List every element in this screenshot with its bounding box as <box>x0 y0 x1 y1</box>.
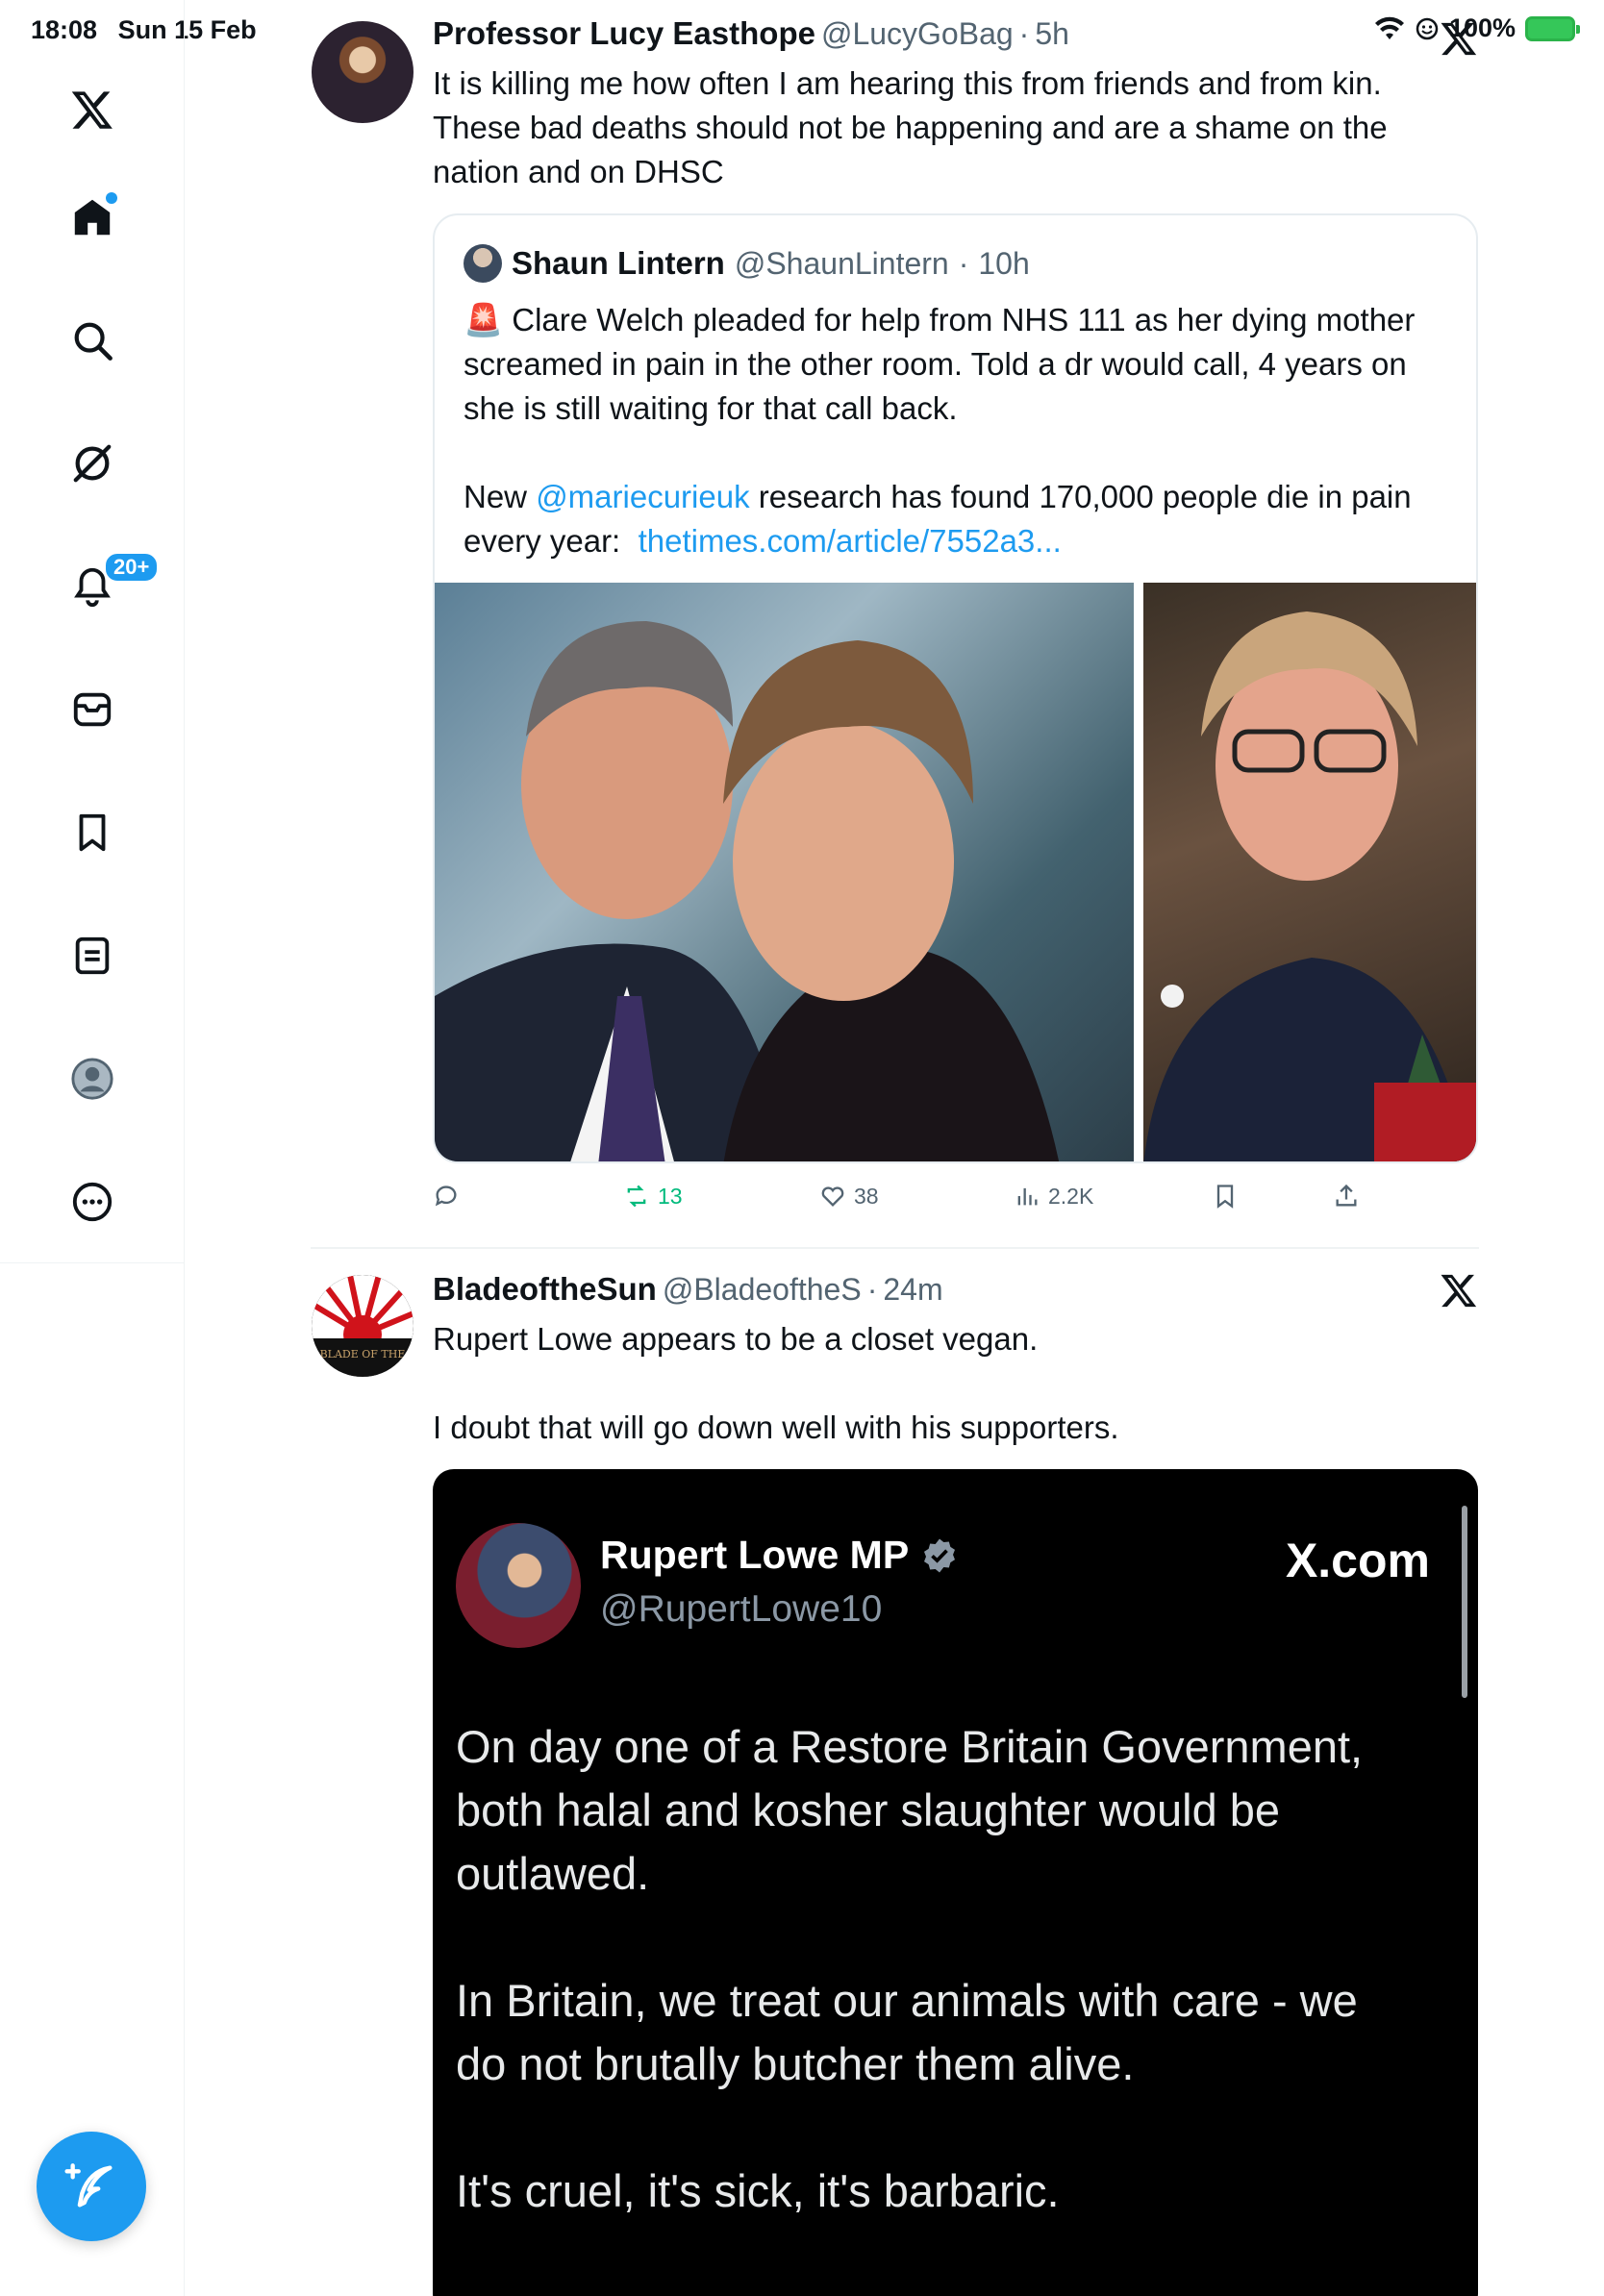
quoted-author-avatar <box>464 244 502 283</box>
verified-badge-icon <box>924 1538 956 1572</box>
search-icon[interactable] <box>56 304 129 377</box>
home-icon[interactable] <box>56 181 129 254</box>
quoted-tweet-card[interactable]: Shaun Lintern @ShaunLintern · 10h 🚨 Clar… <box>433 213 1478 1163</box>
retweet-count: 13 <box>658 1183 683 1209</box>
quoted-header-separator: · <box>958 245 969 281</box>
media-scrollbar <box>1462 1506 1467 1698</box>
lists-icon[interactable] <box>56 919 129 992</box>
share-button[interactable] <box>1333 1183 1360 1210</box>
header-separator: · <box>866 1272 878 1307</box>
notifications-icon[interactable]: 20+ <box>56 550 160 623</box>
views-button[interactable]: 2.2K <box>1014 1183 1093 1210</box>
author-handle[interactable]: @LucyGoBag <box>821 16 1014 52</box>
header-separator: · <box>1018 16 1030 51</box>
home-notification-dot <box>106 192 117 204</box>
tweet-actions-bar: 13 38 2.2K <box>433 1183 1394 1221</box>
article-link[interactable]: thetimes.com/article/7552a3... <box>639 523 1062 559</box>
author-avatar[interactable] <box>312 21 414 123</box>
woman-illustration <box>1143 611 1476 1161</box>
views-count: 2.2K <box>1048 1183 1094 1209</box>
author-name[interactable]: Professor Lucy Easthope <box>433 15 815 52</box>
bookmark-button[interactable] <box>1212 1183 1239 1210</box>
screenshot-media[interactable]: Rupert Lowe MP @RupertLowe10 X.com On da… <box>433 1469 1478 2296</box>
grok-icon[interactable] <box>56 427 129 500</box>
like-button[interactable]: 38 <box>819 1183 879 1210</box>
like-count: 38 <box>854 1183 879 1209</box>
rising-sun-logo: BLADE OF THE <box>312 1275 414 1377</box>
share-icon <box>1336 1184 1357 1207</box>
x-logo-icon[interactable] <box>56 73 129 146</box>
media-post-text: On day one of a Restore Britain Governme… <box>456 1721 1364 2216</box>
reply-button[interactable] <box>433 1183 467 1210</box>
heart-icon <box>821 1186 844 1207</box>
tweet-divider <box>311 1247 1479 1249</box>
reply-icon <box>435 1185 457 1207</box>
tweet-timestamp[interactable]: 5h <box>1035 16 1069 52</box>
quoted-author-handle: @ShaunLintern <box>734 245 949 281</box>
media-author-name-row: Rupert Lowe MP <box>600 1533 959 1578</box>
sidebar: 20+ <box>0 0 185 2296</box>
bookmark-icon <box>1216 1185 1234 1209</box>
profile-icon[interactable] <box>56 1042 129 1115</box>
close-icon[interactable] <box>1440 19 1478 58</box>
more-icon[interactable] <box>56 1165 129 1238</box>
quoted-media-grid <box>435 583 1476 1161</box>
couple-photo[interactable] <box>435 583 1134 1161</box>
woman-photo[interactable] <box>1143 583 1476 1161</box>
tweet-text: Rupert Lowe appears to be a closet vegan… <box>433 1321 1119 1445</box>
mention-link[interactable]: @mariecurieuk <box>536 479 749 514</box>
tweet-timestamp[interactable]: 24m <box>883 1272 942 1308</box>
media-author-avatar <box>456 1523 581 1648</box>
close-icon[interactable] <box>1440 1271 1478 1310</box>
tweet-header: Professor Lucy Easthope @LucyGoBag · 5h <box>433 15 1069 52</box>
views-chart-icon <box>1017 1187 1038 1206</box>
quoted-author-name: Shaun Lintern <box>512 245 725 281</box>
compose-post-button[interactable] <box>37 2132 146 2241</box>
couple-illustration <box>435 621 1060 1161</box>
author-name[interactable]: BladeoftheSun <box>433 1271 657 1308</box>
tweet-header: BladeoftheSun @BladeoftheS · 24m <box>433 1271 943 1308</box>
messages-icon[interactable] <box>56 673 129 746</box>
tweet-text: It is killing me how often I am hearing … <box>433 65 1388 189</box>
media-author-handle: @RupertLowe10 <box>600 1588 883 1630</box>
quoted-tweet-timestamp: 10h <box>978 245 1030 281</box>
retweet-button[interactable]: 13 <box>623 1183 683 1210</box>
author-handle[interactable]: @BladeoftheS <box>663 1272 862 1308</box>
avatar-lettering: BLADE OF THE <box>320 1348 406 1360</box>
retweet-icon <box>627 1185 646 1208</box>
media-brand-label: X.com <box>1285 1534 1430 1587</box>
quoted-tweet-text: 🚨 Clare Welch pleaded for help from NHS … <box>464 298 1454 563</box>
sidebar-divider <box>0 1262 185 1263</box>
author-avatar[interactable]: BLADE OF THE <box>312 1275 414 1377</box>
media-author-name: Rupert Lowe MP <box>600 1533 910 1577</box>
compose-feather-icon <box>64 2163 113 2208</box>
bookmarks-icon[interactable] <box>56 796 129 869</box>
quoted-tweet-header: Shaun Lintern @ShaunLintern · 10h <box>464 244 1030 283</box>
notifications-badge: 20+ <box>104 552 160 583</box>
